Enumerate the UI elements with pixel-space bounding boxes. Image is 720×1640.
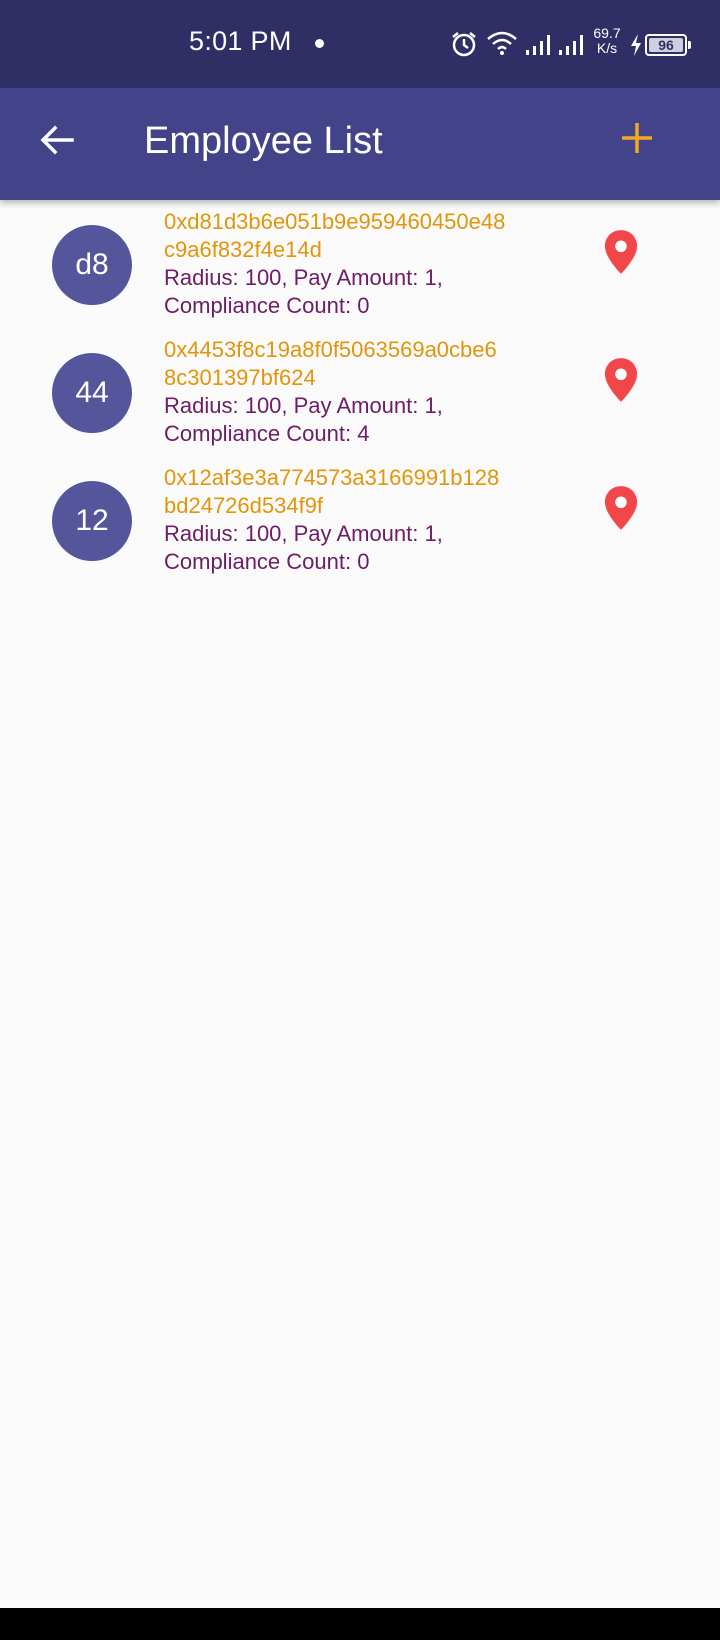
employee-address-line-1: 0x4453f8c19a8f0f5063569a0cbe6 bbox=[164, 337, 497, 362]
network-speed: 69.7 K/s bbox=[589, 26, 625, 56]
alarm-icon bbox=[452, 32, 476, 57]
wifi-icon bbox=[487, 31, 517, 55]
list-item[interactable]: 44 0x4453f8c19a8f0f5063569a0cbe6 8c30139… bbox=[0, 328, 720, 456]
app-bar: Employee List bbox=[0, 88, 720, 200]
employee-info: 0xd81d3b6e051b9e959460450e48 c9a6f832f4e… bbox=[164, 208, 584, 320]
employee-address-line-2: 8c301397bf624 bbox=[164, 365, 316, 390]
employee-address-line-2: bd24726d534f9f bbox=[164, 493, 324, 518]
system-nav-bar bbox=[0, 1608, 720, 1640]
employee-details-line-2: Compliance Count: 0 bbox=[164, 549, 370, 574]
network-speed-unit: K/s bbox=[596, 40, 618, 56]
location-pin-icon[interactable] bbox=[601, 357, 641, 403]
status-time: 5:01 PM bbox=[189, 26, 292, 56]
location-pin-icon[interactable] bbox=[601, 485, 641, 531]
status-bar: 5:01 PM 69.7 K/s 96 bbox=[0, 0, 720, 88]
back-button[interactable] bbox=[36, 120, 76, 160]
signal-icon bbox=[526, 35, 550, 55]
employee-details-line-2: Compliance Count: 0 bbox=[164, 293, 370, 318]
employee-details-line-1: Radius: 100, Pay Amount: 1, bbox=[164, 521, 443, 546]
avatar: d8 bbox=[52, 225, 132, 305]
charging-bolt-icon bbox=[631, 34, 641, 56]
employee-address-line-2: c9a6f832f4e14d bbox=[164, 237, 322, 262]
employee-address-line-1: 0x12af3e3a774573a3166991b128 bbox=[164, 465, 500, 490]
list-item[interactable]: d8 0xd81d3b6e051b9e959460450e48 c9a6f832… bbox=[0, 200, 720, 328]
list-item[interactable]: 12 0x12af3e3a774573a3166991b128 bd24726d… bbox=[0, 456, 720, 584]
employee-info: 0x12af3e3a774573a3166991b128 bd24726d534… bbox=[164, 464, 584, 576]
employee-list: d8 0xd81d3b6e051b9e959460450e48 c9a6f832… bbox=[0, 200, 720, 584]
battery-level: 96 bbox=[649, 38, 683, 52]
employee-info: 0x4453f8c19a8f0f5063569a0cbe6 8c301397bf… bbox=[164, 336, 584, 448]
location-pin-icon[interactable] bbox=[601, 229, 641, 275]
avatar: 44 bbox=[52, 353, 132, 433]
battery-icon: 96 bbox=[645, 34, 691, 56]
notification-dot bbox=[315, 39, 324, 48]
employee-details-line-2: Compliance Count: 4 bbox=[164, 421, 370, 446]
avatar: 12 bbox=[52, 481, 132, 561]
employee-details-line-1: Radius: 100, Pay Amount: 1, bbox=[164, 393, 443, 418]
signal-icon bbox=[559, 35, 583, 55]
employee-address-line-1: 0xd81d3b6e051b9e959460450e48 bbox=[164, 209, 506, 234]
page-title: Employee List bbox=[144, 120, 383, 162]
network-speed-value: 69.7 bbox=[593, 25, 621, 41]
add-button[interactable] bbox=[617, 118, 657, 158]
employee-details-line-1: Radius: 100, Pay Amount: 1, bbox=[164, 265, 443, 290]
